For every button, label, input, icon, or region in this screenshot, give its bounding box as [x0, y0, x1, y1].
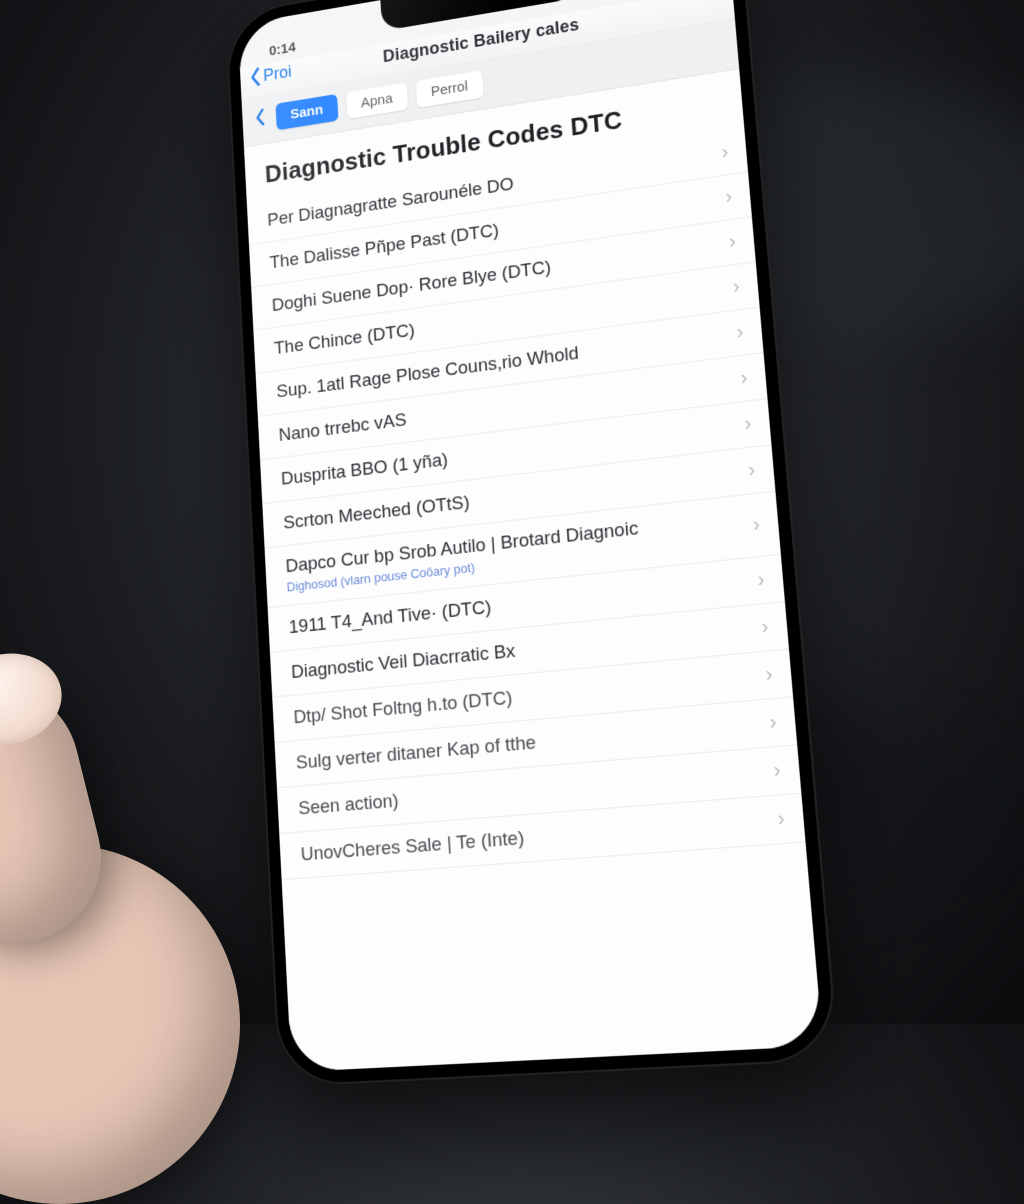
back-button[interactable]: Proi	[249, 61, 292, 88]
chevron-right-icon: ›	[740, 366, 749, 390]
chevron-right-icon: ›	[721, 141, 729, 164]
chevron-right-icon: ›	[752, 513, 761, 537]
chevron-right-icon: ›	[757, 568, 766, 592]
chevron-left-icon[interactable]	[254, 107, 266, 131]
chevron-right-icon: ›	[765, 663, 774, 687]
chevron-right-icon: ›	[725, 185, 733, 208]
segment-option-b[interactable]: Perrol	[415, 70, 483, 108]
chevron-right-icon: ›	[773, 758, 782, 783]
back-label: Proi	[263, 62, 292, 86]
chevron-right-icon: ›	[732, 275, 741, 299]
chevron-right-icon: ›	[736, 321, 745, 345]
segment-primary[interactable]: Sann	[275, 94, 338, 130]
chevron-right-icon: ›	[769, 710, 778, 735]
chevron-right-icon: ›	[777, 807, 786, 832]
segment-option-a[interactable]: Apna	[346, 83, 408, 119]
codes-list: Per Diagnagratte Sarounéle DO›The Daliss…	[247, 128, 806, 880]
list-container[interactable]: Diagnostic Trouble Codes DTC Per Diagnag…	[244, 69, 823, 1072]
chevron-right-icon: ›	[728, 230, 737, 253]
chevron-right-icon: ›	[747, 458, 756, 482]
chevron-right-icon: ›	[744, 412, 753, 436]
phone-frame: 0:14 Proi Diagnostic Bailery cales Sann …	[225, 0, 839, 1087]
status-time: 0:14	[269, 39, 296, 59]
chevron-left-icon	[249, 66, 262, 88]
screen: 0:14 Proi Diagnostic Bailery cales Sann …	[238, 0, 823, 1072]
chevron-right-icon: ›	[761, 615, 770, 639]
